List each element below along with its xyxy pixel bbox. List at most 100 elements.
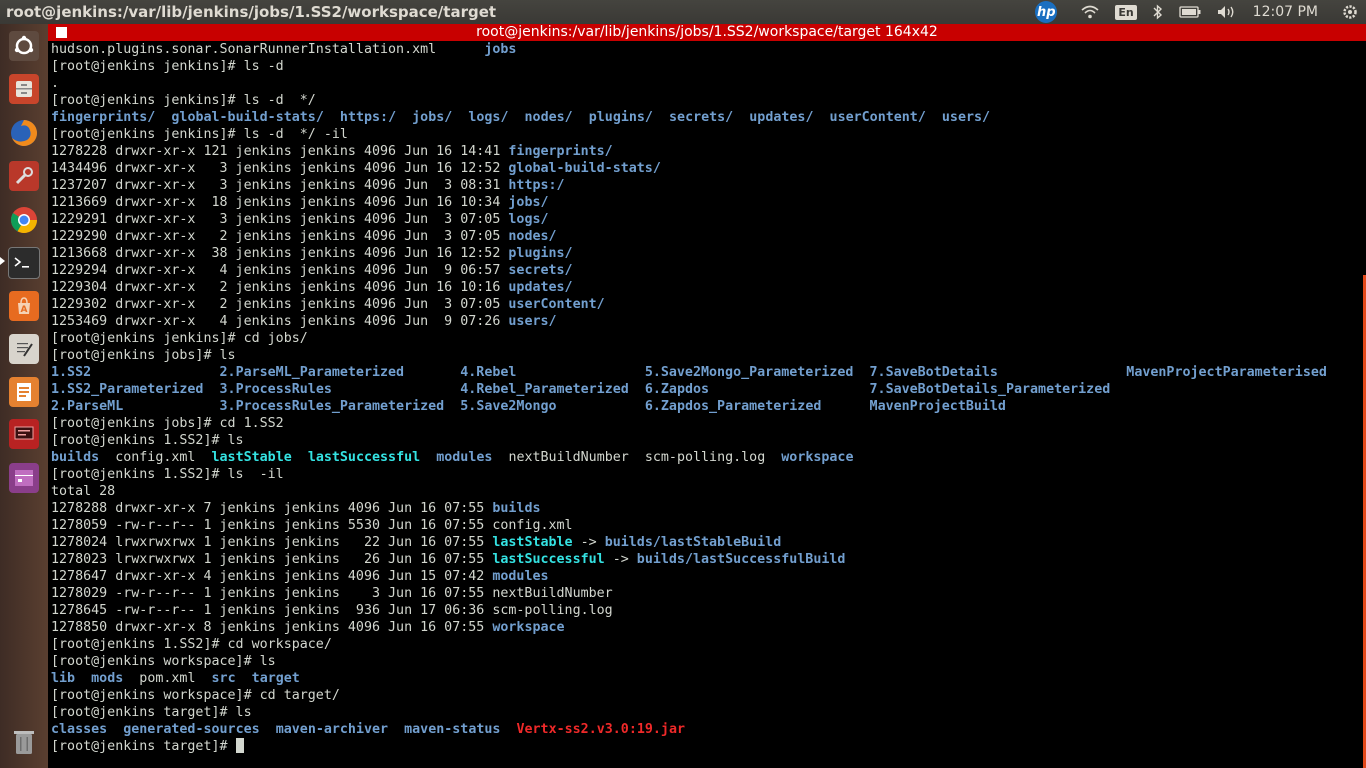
directory-entry: global-build-stats/: [171, 110, 324, 125]
ubuntu-logo-icon: [9, 31, 39, 61]
directory-entry: secrets/: [508, 263, 573, 278]
launcher-text-editor[interactable]: [6, 331, 42, 367]
directory-entry: 4.Rebel: [460, 365, 517, 380]
directory-entry: 1.SS2: [51, 365, 92, 380]
launcher-impress[interactable]: [6, 374, 42, 410]
directory-entry: lib: [51, 671, 76, 686]
launcher-system-settings[interactable]: [6, 158, 42, 194]
terminal-icon: [8, 247, 40, 279]
launcher-firefox[interactable]: [6, 115, 42, 151]
directory-entry: 1.SS2_Parameterized: [51, 382, 204, 397]
directory-entry: MavenProjectParameterised: [1126, 365, 1327, 380]
terminal-text: 1213668 drwxr-xr-x 38 jenkins jenkins 40…: [51, 246, 509, 261]
directory-entry: builds: [51, 450, 100, 465]
launcher-remote-desktop[interactable]: [6, 416, 42, 452]
terminal-text: config.xml: [99, 450, 212, 465]
keyboard-icon: En: [1115, 4, 1137, 20]
directory-entry: classes: [51, 722, 108, 737]
workspace-switcher-icon: [9, 463, 39, 493]
directory-entry: 6.Zapdos: [644, 382, 710, 397]
launcher-dash-home[interactable]: [6, 28, 42, 64]
terminal-titlebar[interactable]: root@jenkins:/var/lib/jenkins/jobs/1.SS2…: [48, 24, 1366, 41]
wifi-icon[interactable]: [1081, 5, 1099, 19]
bluetooth-icon[interactable]: [1153, 4, 1163, 20]
terminal-text: pom.xml: [123, 671, 212, 686]
directory-entry: nodes/: [524, 110, 573, 125]
terminal-line: classes generated-sources maven-archiver…: [51, 721, 1356, 738]
terminal-line: lib mods pom.xml src target: [51, 670, 1356, 687]
terminal-line: 1229290 drwxr-xr-x 2 jenkins jenkins 409…: [51, 228, 1356, 245]
directory-entry: jobs: [484, 42, 517, 57]
terminal-text: [root@jenkins jenkins]# cd jobs/: [51, 331, 308, 346]
terminal-text: [root@jenkins 1.SS2]# cd workspace/: [51, 637, 332, 652]
directory-entry: logs/: [508, 212, 549, 227]
terminal-text: 1229304 drwxr-xr-x 2 jenkins jenkins 409…: [51, 280, 509, 295]
directory-entry: plugins/: [508, 246, 573, 261]
terminal-text: 1229294 drwxr-xr-x 4 jenkins jenkins 409…: [51, 263, 509, 278]
directory-entry: 7.SaveBotDetails_Parameterized: [869, 382, 1111, 397]
terminal-line: 1434496 drwxr-xr-x 3 jenkins jenkins 409…: [51, 160, 1356, 177]
terminal-line: [root@jenkins target]# ls: [51, 704, 1356, 721]
directory-entry: https:/: [339, 110, 397, 125]
terminal-text: 1434496 drwxr-xr-x 3 jenkins jenkins 409…: [51, 161, 509, 176]
hp-indicator[interactable]: hp: [1035, 1, 1065, 23]
directory-entry: src: [211, 671, 236, 686]
terminal-text: 1278024 lrwxrwxrwx 1 jenkins jenkins 22 …: [51, 535, 493, 550]
directory-entry: plugins/: [588, 110, 653, 125]
volume-icon[interactable]: [1217, 5, 1237, 19]
launcher-software-center[interactable]: A: [6, 288, 42, 324]
launcher-trash[interactable]: [6, 724, 42, 760]
launcher-terminal[interactable]: [6, 245, 42, 281]
terminal-line: 1278288 drwxr-xr-x 7 jenkins jenkins 409…: [51, 500, 1356, 517]
directory-entry: 5.Save2Mongo: [460, 399, 557, 414]
launcher-files[interactable]: [6, 71, 42, 107]
directory-entry: 3.ProcessRules: [219, 382, 332, 397]
terminal-output[interactable]: hudson.plugins.sonar.SonarRunnerInstalla…: [51, 41, 1356, 768]
terminal-line: 1229291 drwxr-xr-x 3 jenkins jenkins 409…: [51, 211, 1356, 228]
terminal-line: 1278023 lrwxrwxrwx 1 jenkins jenkins 26 …: [51, 551, 1356, 568]
keyboard-layout-indicator[interactable]: En: [1115, 4, 1137, 20]
gear-icon[interactable]: [1342, 4, 1358, 20]
directory-entry: target: [251, 671, 300, 686]
chrome-icon: [9, 205, 39, 235]
terminal-text: ->: [604, 552, 637, 567]
directory-entry: updates/: [508, 280, 573, 295]
terminal-text: hudson.plugins.sonar.SonarRunnerInstalla…: [51, 42, 485, 57]
directory-entry: mods: [91, 671, 124, 686]
directory-entry: userContent/: [829, 110, 926, 125]
clock[interactable]: 12:07 PM: [1253, 4, 1318, 20]
battery-icon[interactable]: [1179, 6, 1201, 18]
symlink-entry: lastStable: [492, 535, 573, 550]
indicator-area: hp En 12:07 PM: [1027, 0, 1366, 24]
directory-entry: jobs/: [508, 195, 549, 210]
terminal-text: 1229302 drwxr-xr-x 2 jenkins jenkins 409…: [51, 297, 509, 312]
terminal-text: [root@jenkins 1.SS2]# ls -il: [51, 467, 284, 482]
directory-entry: 2.ParseML_Parameterized: [219, 365, 405, 380]
launcher-chrome[interactable]: [6, 202, 42, 238]
terminal-text: 1278645 -rw-r--r-- 1 jenkins jenkins 936…: [51, 603, 613, 618]
terminal-text: 1253469 drwxr-xr-x 4 jenkins jenkins 409…: [51, 314, 509, 329]
terminal-text: .: [51, 76, 60, 91]
symlink-entry: lastSuccessful: [492, 552, 605, 567]
terminal-text: [root@jenkins jenkins]# ls -d: [51, 59, 284, 74]
terminal-text: [root@jenkins jobs]# cd 1.SS2: [51, 416, 284, 431]
launcher-workspace-switcher[interactable]: [6, 460, 42, 496]
directory-entry: generated-sources: [123, 722, 260, 737]
text-editor-icon: [9, 334, 39, 364]
terminal-text: 1278029 -rw-r--r-- 1 jenkins jenkins 3 J…: [51, 586, 613, 601]
file-cabinet-icon: [9, 74, 39, 104]
terminal-window[interactable]: root@jenkins:/var/lib/jenkins/jobs/1.SS2…: [48, 24, 1366, 768]
directory-entry: updates/: [749, 110, 814, 125]
